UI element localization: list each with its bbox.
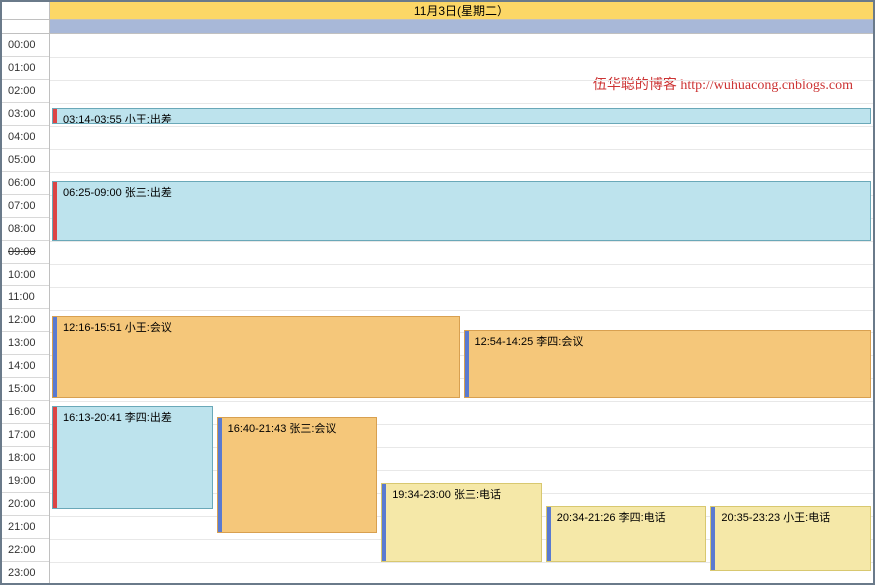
calendar-event[interactable]: 19:34-23:00 张三:电话	[381, 483, 542, 562]
date-header[interactable]: 11月3日(星期二）	[50, 2, 873, 20]
time-label: 22:00	[2, 539, 49, 562]
time-label: 21:00	[2, 516, 49, 539]
allday-row	[2, 20, 873, 34]
calendar-day-view: 11月3日(星期二） 00:0001:0002:0003:0004:0005:0…	[0, 0, 875, 585]
time-label: 12:00	[2, 309, 49, 332]
hour-gridline	[50, 310, 873, 311]
hour-gridline	[50, 103, 873, 104]
event-label: 20:34-21:26 李四:电话	[557, 509, 702, 525]
hour-gridline	[50, 149, 873, 150]
watermark-text: 伍华聪的博客 http://wuhuacong.cnblogs.com	[593, 74, 853, 94]
event-accent	[53, 182, 57, 239]
hour-gridline	[50, 241, 873, 242]
events-column[interactable]: 伍华聪的博客 http://wuhuacong.cnblogs.com 03:1…	[50, 34, 873, 585]
time-label: 05:00	[2, 149, 49, 172]
time-label: 01:00	[2, 57, 49, 80]
event-accent	[547, 507, 551, 561]
header-row: 11月3日(星期二）	[2, 2, 873, 20]
time-label: 19:00	[2, 470, 49, 493]
time-label: 09:00	[2, 241, 49, 264]
header-corner	[2, 2, 50, 20]
hour-gridline	[50, 287, 873, 288]
calendar-event[interactable]: 06:25-09:00 张三:出差	[52, 181, 871, 240]
calendar-event[interactable]: 12:54-14:25 李四:会议	[464, 330, 872, 398]
event-label: 20:35-23:23 小王:电话	[721, 509, 866, 525]
time-column: 00:0001:0002:0003:0004:0005:0006:0007:00…	[2, 34, 50, 585]
event-label: 06:25-09:00 张三:出差	[63, 184, 866, 200]
time-label: 13:00	[2, 332, 49, 355]
event-accent	[465, 331, 469, 397]
event-accent	[53, 317, 57, 397]
calendar-event[interactable]: 03:14-03:55 小王:出差	[52, 108, 871, 124]
time-label: 17:00	[2, 424, 49, 447]
time-label: 03:00	[2, 103, 49, 126]
hour-gridline	[50, 80, 873, 81]
allday-gutter	[2, 20, 50, 34]
time-label: 10:00	[2, 264, 49, 287]
time-label: 08:00	[2, 218, 49, 241]
event-accent	[711, 507, 715, 569]
calendar-event[interactable]: 20:35-23:23 小王:电话	[710, 506, 871, 570]
grid-body: 00:0001:0002:0003:0004:0005:0006:0007:00…	[2, 34, 873, 585]
hour-gridline	[50, 126, 873, 127]
event-accent	[53, 109, 57, 123]
event-accent	[382, 484, 386, 561]
calendar-event[interactable]: 20:34-21:26 李四:电话	[546, 506, 707, 562]
allday-cell[interactable]	[50, 20, 873, 34]
event-label: 12:16-15:51 小王:会议	[63, 319, 455, 335]
event-label: 16:40-21:43 张三:会议	[228, 420, 373, 436]
time-label: 02:00	[2, 80, 49, 103]
time-label: 00:00	[2, 34, 49, 57]
time-label: 11:00	[2, 286, 49, 309]
hour-gridline	[50, 401, 873, 402]
event-label: 03:14-03:55 小王:出差	[63, 111, 866, 124]
time-label: 15:00	[2, 378, 49, 401]
time-label: 23:00	[2, 562, 49, 585]
time-label: 14:00	[2, 355, 49, 378]
event-accent	[218, 418, 222, 532]
time-label: 06:00	[2, 172, 49, 195]
event-label: 12:54-14:25 李四:会议	[475, 333, 867, 349]
time-label: 20:00	[2, 493, 49, 516]
event-accent	[53, 407, 57, 507]
time-label: 16:00	[2, 401, 49, 424]
time-label: 07:00	[2, 195, 49, 218]
event-label: 19:34-23:00 张三:电话	[392, 486, 537, 502]
calendar-event[interactable]: 16:13-20:41 李四:出差	[52, 406, 213, 508]
hour-gridline	[50, 57, 873, 58]
hour-gridline	[50, 172, 873, 173]
time-label: 04:00	[2, 126, 49, 149]
time-label: 18:00	[2, 447, 49, 470]
event-label: 16:13-20:41 李四:出差	[63, 409, 208, 425]
hour-gridline	[50, 264, 873, 265]
calendar-event[interactable]: 16:40-21:43 张三:会议	[217, 417, 378, 533]
calendar-event[interactable]: 12:16-15:51 小王:会议	[52, 316, 460, 398]
